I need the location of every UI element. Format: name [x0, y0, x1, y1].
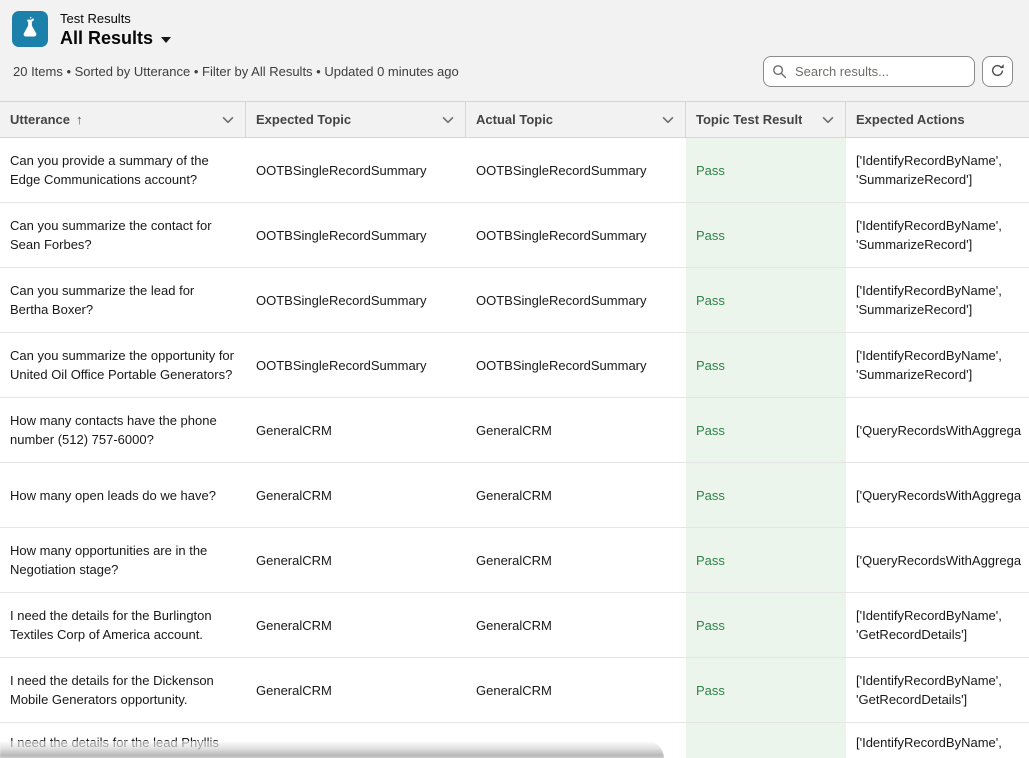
column-header[interactable]: Expected Topic	[246, 102, 466, 137]
expected-actions-cell: ['IdentifyRecordByName', 'SummarizeRecor…	[846, 268, 1029, 332]
topic-test-result-cell	[686, 723, 846, 758]
actual-topic-cell: GeneralCRM	[466, 658, 686, 722]
actual-topic-cell: OOTBSingleRecordSummary	[466, 333, 686, 397]
topic-test-result-cell: Pass	[686, 528, 846, 592]
utterance-cell: Can you summarize the contact for Sean F…	[0, 203, 246, 267]
table-body: Can you provide a summary of the Edge Co…	[0, 138, 1029, 758]
refresh-button[interactable]	[982, 56, 1013, 87]
topic-test-result-cell: Pass	[686, 398, 846, 462]
topic-test-result-cell: Pass	[686, 593, 846, 657]
table-row[interactable]: How many open leads do we have? GeneralC…	[0, 463, 1029, 528]
topic-test-result-cell: Pass	[686, 138, 846, 202]
pass-badge: Pass	[696, 486, 725, 505]
column-label: Utterance	[10, 112, 70, 127]
bottom-window-edge	[0, 741, 664, 758]
pass-badge: Pass	[696, 616, 725, 635]
table-row[interactable]: Can you summarize the contact for Sean F…	[0, 203, 1029, 268]
header-row: Utterance ↑ Expected Topic Actual Topic	[0, 101, 1029, 138]
utterance-cell: How many open leads do we have?	[0, 463, 246, 527]
expected-topic-cell: GeneralCRM	[246, 528, 466, 592]
topic-test-result-cell: Pass	[686, 658, 846, 722]
expected-actions-cell: ['QueryRecordsWithAggrega	[846, 398, 1029, 462]
expected-actions-cell: ['IdentifyRecordByName', 'GetRecordDetai…	[846, 658, 1029, 722]
expected-actions-cell: ['QueryRecordsWithAggrega	[846, 528, 1029, 592]
view-name[interactable]: All Results	[60, 28, 153, 48]
expected-topic-cell: OOTBSingleRecordSummary	[246, 203, 466, 267]
column-label: Topic Test Result	[696, 112, 802, 127]
search-input[interactable]	[763, 56, 975, 87]
column-label: Expected Actions	[856, 112, 965, 127]
actual-topic-cell: GeneralCRM	[466, 528, 686, 592]
refresh-icon	[990, 63, 1005, 81]
topic-test-result-cell: Pass	[686, 463, 846, 527]
expected-topic-cell: OOTBSingleRecordSummary	[246, 333, 466, 397]
table-row[interactable]: I need the details for the Burlington Te…	[0, 593, 1029, 658]
topic-test-result-cell: Pass	[686, 203, 846, 267]
expected-actions-cell: ['QueryRecordsWithAggrega	[846, 463, 1029, 527]
actual-topic-cell: GeneralCRM	[466, 463, 686, 527]
utterance-cell: How many contacts have the phone number …	[0, 398, 246, 462]
pass-badge: Pass	[696, 356, 725, 375]
pass-badge: Pass	[696, 161, 725, 180]
table-header: Utterance ↑ Expected Topic Actual Topic	[0, 101, 1029, 138]
table-row[interactable]: I need the details for the Dickenson Mob…	[0, 658, 1029, 723]
utterance-cell: How many opportunities are in the Negoti…	[0, 528, 246, 592]
flask-icon	[18, 15, 42, 44]
column-header[interactable]: Actual Topic	[466, 102, 686, 137]
list-summary: 20 Items • Sorted by Utterance • Filter …	[13, 64, 459, 79]
actual-topic-cell: OOTBSingleRecordSummary	[466, 138, 686, 202]
pass-badge: Pass	[696, 421, 725, 440]
chevron-down-icon[interactable]	[821, 113, 835, 127]
expected-topic-cell: GeneralCRM	[246, 593, 466, 657]
actual-topic-cell: OOTBSingleRecordSummary	[466, 203, 686, 267]
search-icon	[772, 64, 787, 79]
chevron-down-icon[interactable]	[661, 113, 675, 127]
chevron-down-icon[interactable]	[441, 113, 455, 127]
expected-topic-cell: GeneralCRM	[246, 463, 466, 527]
column-header[interactable]: Topic Test Result	[686, 102, 846, 137]
column-header[interactable]: Utterance ↑	[0, 102, 246, 137]
table-row[interactable]: Can you summarize the lead for Bertha Bo…	[0, 268, 1029, 333]
pass-badge: Pass	[696, 226, 725, 245]
utterance-cell: I need the details for the Dickenson Mob…	[0, 658, 246, 722]
table-row[interactable]: Can you summarize the opportunity for Un…	[0, 333, 1029, 398]
expected-actions-cell: ['IdentifyRecordByName',	[846, 723, 1029, 758]
column-label: Expected Topic	[256, 112, 351, 127]
table-row[interactable]: How many opportunities are in the Negoti…	[0, 528, 1029, 593]
expected-actions-cell: ['IdentifyRecordByName', 'SummarizeRecor…	[846, 333, 1029, 397]
chevron-down-icon[interactable]	[221, 113, 235, 127]
expected-topic-cell: OOTBSingleRecordSummary	[246, 138, 466, 202]
utterance-cell: Can you summarize the lead for Bertha Bo…	[0, 268, 246, 332]
results-table: Utterance ↑ Expected Topic Actual Topic	[0, 101, 1029, 758]
utterance-cell: I need the details for the Burlington Te…	[0, 593, 246, 657]
utterance-cell: Can you summarize the opportunity for Un…	[0, 333, 246, 397]
table-row[interactable]: How many contacts have the phone number …	[0, 398, 1029, 463]
expected-topic-cell: GeneralCRM	[246, 398, 466, 462]
expected-actions-cell: ['IdentifyRecordByName', 'SummarizeRecor…	[846, 203, 1029, 267]
column-header[interactable]: Expected Actions	[846, 102, 1029, 137]
pass-badge: Pass	[696, 291, 725, 310]
test-results-app-icon	[12, 11, 48, 47]
expected-topic-cell: GeneralCRM	[246, 658, 466, 722]
column-label: Actual Topic	[476, 112, 553, 127]
table-row[interactable]: Can you provide a summary of the Edge Co…	[0, 138, 1029, 203]
page-header: Test Results All Results	[0, 0, 1029, 50]
expected-topic-cell: OOTBSingleRecordSummary	[246, 268, 466, 332]
actual-topic-cell: GeneralCRM	[466, 398, 686, 462]
view-dropdown-caret-icon[interactable]	[161, 37, 171, 43]
actual-topic-cell: OOTBSingleRecordSummary	[466, 268, 686, 332]
topic-test-result-cell: Pass	[686, 333, 846, 397]
topic-test-result-cell: Pass	[686, 268, 846, 332]
pass-badge: Pass	[696, 681, 725, 700]
actual-topic-cell: GeneralCRM	[466, 593, 686, 657]
sort-ascending-icon: ↑	[76, 112, 83, 127]
pass-badge: Pass	[696, 551, 725, 570]
search-box	[763, 56, 975, 87]
list-toolbar: 20 Items • Sorted by Utterance • Filter …	[0, 50, 1029, 101]
list-view-selector[interactable]: All Results	[60, 28, 171, 48]
expected-actions-cell: ['IdentifyRecordByName', 'GetRecordDetai…	[846, 593, 1029, 657]
expected-actions-cell: ['IdentifyRecordByName', 'SummarizeRecor…	[846, 138, 1029, 202]
utterance-cell: Can you provide a summary of the Edge Co…	[0, 138, 246, 202]
object-label: Test Results	[60, 11, 171, 27]
